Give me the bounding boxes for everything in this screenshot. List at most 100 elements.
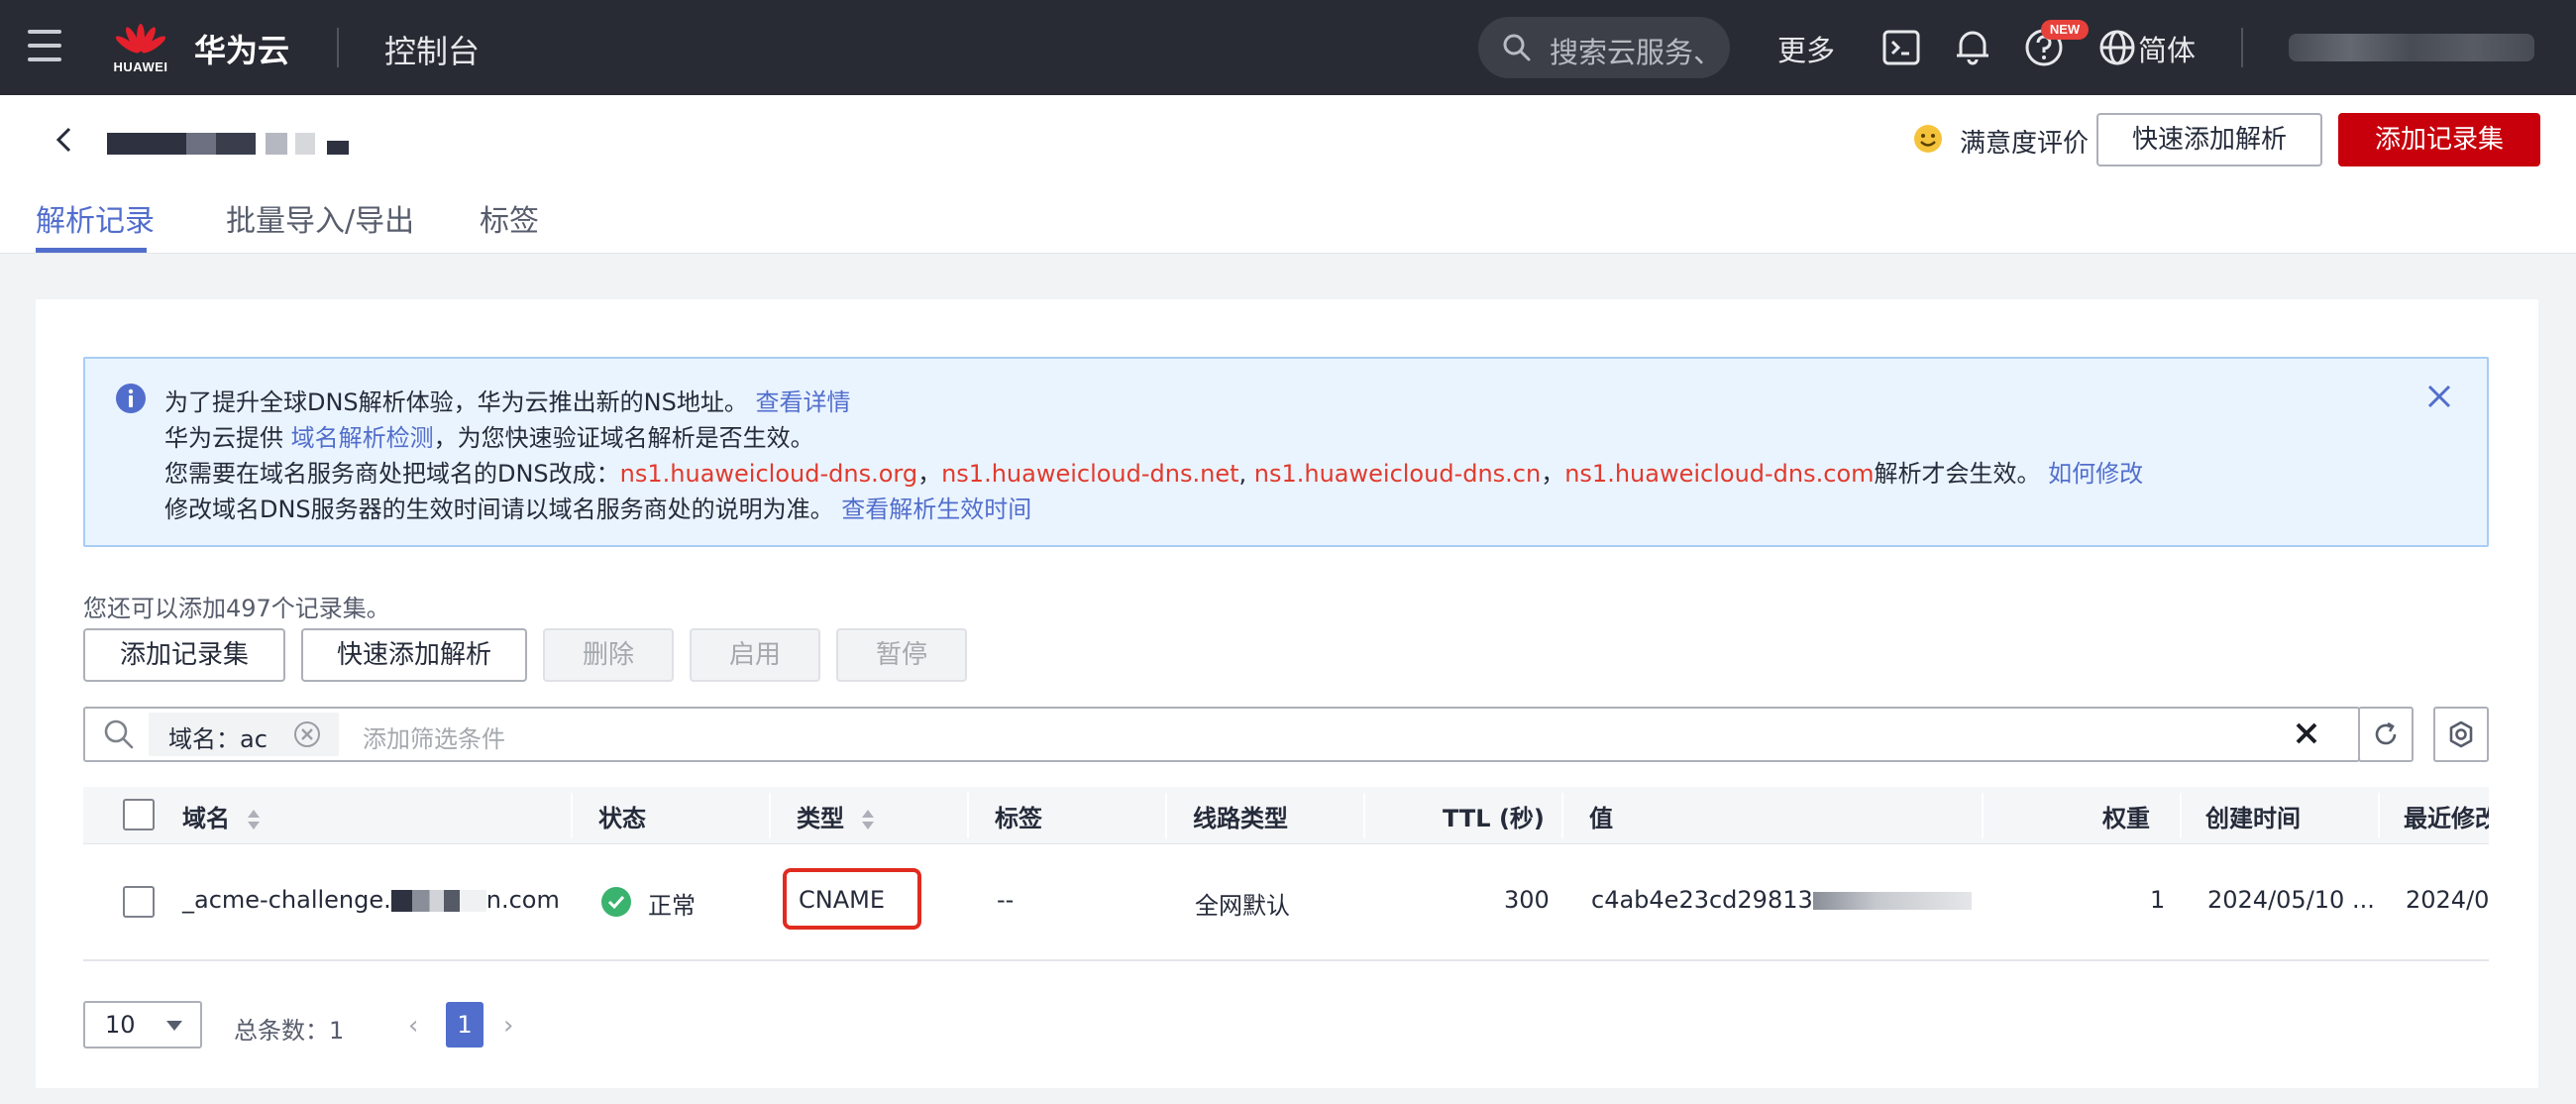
column-header-type[interactable]: 类型: [797, 799, 876, 833]
satisfaction-rating-link[interactable]: 满意度评价: [1960, 123, 2089, 160]
status-ok-icon: [601, 887, 631, 917]
add-record-set-button[interactable]: 添加记录集: [2338, 113, 2540, 166]
column-header-created: 创建时间: [2205, 805, 2301, 832]
logo-text: HUAWEI: [113, 59, 168, 74]
divider: [2241, 28, 2243, 67]
enable-button[interactable]: 启用: [690, 628, 820, 682]
clear-filter-icon[interactable]: [2293, 719, 2320, 747]
record-value-text: c4ab4e23cd29813: [1591, 886, 1813, 914]
page-1-button[interactable]: 1: [446, 1002, 483, 1048]
ns-address-2: ns1.huaweicloud-dns.net: [941, 460, 1239, 488]
quick-add-resolution-button[interactable]: 快速添加解析: [2096, 113, 2322, 166]
column-header-name[interactable]: 域名: [182, 799, 262, 833]
notice-text: 您需要在域名服务商处把域名的DNS改成：: [164, 460, 620, 488]
column-divider: [769, 793, 771, 838]
record-ttl: 300: [1504, 886, 1550, 914]
pause-button[interactable]: 暂停: [836, 628, 967, 682]
refresh-button[interactable]: [2358, 707, 2414, 762]
back-arrow-icon[interactable]: [50, 125, 79, 155]
active-tab-indicator: [36, 248, 147, 253]
settings-button[interactable]: [2433, 707, 2489, 762]
row-divider: [83, 959, 2489, 961]
globe-icon[interactable]: [2096, 27, 2138, 68]
remove-filter-icon[interactable]: [293, 720, 321, 748]
column-divider: [2180, 793, 2182, 838]
zone-name-masked: [107, 133, 355, 155]
column-divider: [2378, 793, 2380, 838]
brand-name[interactable]: 华为云: [194, 26, 289, 71]
sort-icon[interactable]: [246, 807, 262, 832]
masked-text: [1812, 892, 1972, 910]
column-header-line-type: 线路类型: [1193, 805, 1288, 832]
ns-address-3: ns1.huaweicloud-dns.cn: [1253, 460, 1542, 488]
separator: ,: [1238, 460, 1254, 488]
console-link[interactable]: 控制台: [384, 27, 480, 72]
notice-line-3: 您需要在域名服务商处把域名的DNS改成： ns1.huaweicloud-dns.…: [164, 454, 2143, 489]
language-switch[interactable]: 简体: [2138, 28, 2196, 69]
close-icon[interactable]: [2425, 383, 2453, 410]
global-search-input[interactable]: 搜索云服务、: [1478, 17, 1730, 78]
page-size-select[interactable]: [83, 1001, 202, 1049]
record-tag: --: [997, 886, 1015, 914]
separator: ，: [1541, 460, 1565, 488]
delete-button[interactable]: 删除: [543, 628, 674, 682]
record-quota-text: 您还可以添加497个记录集。: [83, 595, 390, 622]
filter-placeholder: 添加筛选条件: [363, 725, 505, 753]
add-record-set-button[interactable]: 添加记录集: [83, 628, 285, 682]
row-checkbox[interactable]: [123, 886, 155, 918]
bell-icon[interactable]: [1952, 26, 1993, 67]
smile-icon: [1914, 125, 1942, 153]
column-divider: [1165, 793, 1167, 838]
new-badge: NEW: [2041, 20, 2089, 40]
separator: ，: [917, 460, 942, 488]
ns-address-4: ns1.huaweicloud-dns.com: [1564, 460, 1875, 488]
record-name-prefix: _acme-challenge.: [182, 886, 391, 914]
terminal-icon[interactable]: [1880, 27, 1922, 68]
divider: [337, 28, 339, 67]
next-page-button[interactable]: ›: [503, 1011, 513, 1041]
total-count: 总条数：1: [234, 1017, 345, 1045]
column-label: 域名: [182, 805, 230, 832]
record-status: 正常: [648, 892, 696, 920]
notice-line-4: 修改域名DNS服务器的生效时间请以域名服务商处的说明为准。 查看解析生效时间: [164, 490, 1031, 524]
tab-batch-import-export[interactable]: 批量导入/导出: [226, 196, 414, 240]
notice-text: 为了提升全球DNS解析体验，华为云推出新的NS地址。: [164, 388, 748, 416]
column-header-ttl: TTL (秒): [1443, 805, 1545, 832]
previous-page-button[interactable]: ‹: [408, 1011, 418, 1041]
record-created-time: 2024/05/10 ...: [2207, 886, 2375, 914]
highlight-box: [783, 868, 921, 930]
caret-down-icon: [166, 1021, 182, 1031]
record-weight: 1: [2150, 886, 2166, 914]
column-header-tag: 标签: [995, 805, 1042, 832]
view-effective-time-link[interactable]: 查看解析生效时间: [841, 496, 1031, 523]
refresh-icon: [2375, 721, 2397, 745]
select-all-checkbox[interactable]: [123, 799, 155, 830]
search-icon: [1503, 34, 1531, 61]
sort-icon[interactable]: [860, 807, 876, 832]
column-divider: [1561, 793, 1563, 838]
view-details-link[interactable]: 查看详情: [756, 388, 851, 416]
record-name-suffix: n.com: [485, 886, 560, 914]
tab-tags[interactable]: 标签: [480, 196, 539, 240]
column-label: 类型: [797, 805, 844, 832]
menu-icon[interactable]: [28, 30, 61, 65]
search-placeholder: 搜索云服务、: [1550, 36, 1723, 69]
dns-check-link[interactable]: 域名解析检测: [291, 424, 434, 452]
column-divider: [967, 793, 969, 838]
column-header-modified: 最近修改: [2404, 805, 2489, 832]
notice-line-2: 华为云提供 域名解析检测，为您快速验证域名解析是否生效。: [164, 418, 814, 453]
column-header-status: 状态: [598, 805, 646, 832]
user-account-masked[interactable]: [2289, 34, 2534, 61]
gear-icon: [2449, 720, 2473, 748]
more-menu[interactable]: 更多: [1777, 28, 1835, 69]
column-header-weight: 权重: [2102, 805, 2150, 832]
search-icon: [104, 719, 134, 749]
column-header-value: 值: [1589, 805, 1613, 832]
record-name[interactable]: _acme-challenge. n.com: [182, 886, 560, 914]
quick-add-resolution-button[interactable]: 快速添加解析: [301, 628, 527, 682]
how-to-modify-link[interactable]: 如何修改: [2048, 460, 2143, 488]
tab-resolution-records[interactable]: 解析记录: [36, 196, 155, 240]
page-size-value: 10: [105, 1011, 136, 1039]
masked-text: [390, 890, 486, 912]
notice-text: 华为云提供: [164, 424, 291, 452]
